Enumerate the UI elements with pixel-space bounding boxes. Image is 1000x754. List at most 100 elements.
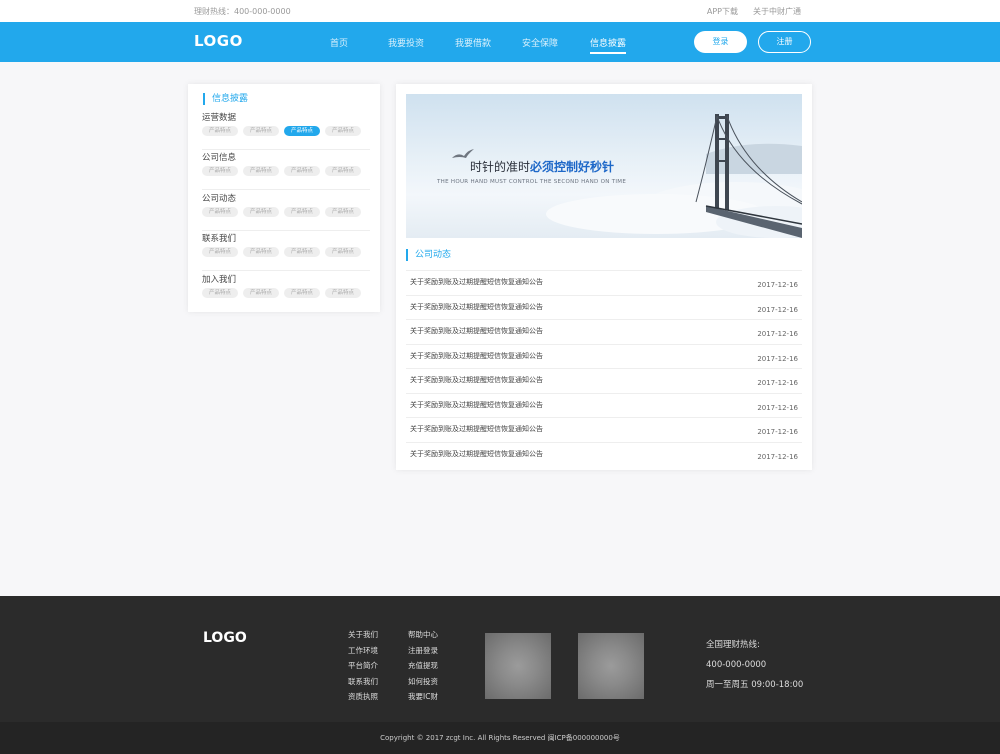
sidebar-tag[interactable]: 产品特点 bbox=[325, 247, 361, 257]
sidebar-group-title[interactable]: 加入我们 bbox=[202, 274, 370, 286]
list-item[interactable]: 关于奖励到账及过期提醒短信恢复通知公告 2017-12-16 bbox=[406, 417, 802, 442]
footer-link[interactable]: 联系我们 bbox=[348, 677, 378, 687]
footer-link[interactable]: 帮助中心 bbox=[408, 630, 438, 640]
sidebar-group-title[interactable]: 公司动态 bbox=[202, 193, 370, 205]
news-date: 2017-12-16 bbox=[757, 452, 798, 461]
hotline-number: 400-000-0000 bbox=[706, 660, 767, 670]
footer-contact: 全国理财热线: 400-000-0000 周一至周五 09:00-18:00 bbox=[706, 640, 803, 700]
top-links: APP下载 关于中财广通 bbox=[707, 6, 801, 17]
news-date: 2017-12-16 bbox=[757, 330, 798, 338]
news-list: 关于奖励到账及过期提醒短信恢复通知公告 2017-12-16 关于奖励到账及过期提… bbox=[406, 270, 802, 466]
news-title[interactable]: 关于奖励到账及过期提醒短信恢复通知公告 bbox=[410, 424, 543, 434]
sidebar-group-company-news: 公司动态 产品特点 产品特点 产品特点 产品特点 bbox=[202, 193, 370, 231]
footer-logo[interactable]: LOGO bbox=[203, 630, 247, 646]
news-section-title: 公司动态 bbox=[406, 249, 451, 261]
list-item[interactable]: 关于奖励到账及过期提醒短信恢复通知公告 2017-12-16 bbox=[406, 441, 802, 467]
nav-item-security[interactable]: 安全保障 bbox=[522, 36, 558, 49]
hero-banner[interactable]: 时针的准时必须控制好秒针 THE HOUR HAND MUST CONTROL … bbox=[406, 94, 802, 238]
sidebar-tag[interactable]: 产品特点 bbox=[284, 166, 320, 176]
nav-item-home[interactable]: 首页 bbox=[330, 36, 348, 49]
divider bbox=[202, 270, 370, 271]
news-title[interactable]: 关于奖励到账及过期提醒短信恢复通知公告 bbox=[410, 277, 543, 287]
banner-slogan: 时针的准时必须控制好秒针 bbox=[470, 158, 614, 175]
sidebar-tag[interactable]: 产品特点 bbox=[325, 126, 361, 136]
hotline-label: 全国理财热线: bbox=[706, 640, 760, 650]
news-date: 2017-12-16 bbox=[757, 403, 798, 412]
copyright-bar: Copyright © 2017 zcgt Inc. All Rights Re… bbox=[0, 722, 1000, 754]
sidebar-group-title[interactable]: 联系我们 bbox=[202, 233, 370, 245]
banner-subtitle: THE HOUR HAND MUST CONTROL THE SECOND HA… bbox=[437, 179, 627, 185]
list-item[interactable]: 关于奖励到账及过期提醒短信恢复通知公告 2017-12-16 bbox=[406, 270, 802, 295]
news-title[interactable]: 关于奖励到账及过期提醒短信恢复通知公告 bbox=[410, 375, 543, 385]
list-item[interactable]: 关于奖励到账及过期提醒短信恢复通知公告 2017-12-16 bbox=[406, 319, 802, 344]
sidebar-group-title[interactable]: 公司信息 bbox=[202, 152, 370, 164]
footer-link[interactable]: 我要IC财 bbox=[408, 692, 438, 702]
sidebar-tag[interactable]: 产品特点 bbox=[243, 126, 279, 136]
sidebar-tag-active[interactable]: 产品特点 bbox=[284, 126, 320, 136]
sidebar-group-operations: 运营数据 产品特点 产品特点 产品特点 产品特点 bbox=[202, 112, 370, 150]
footer-link[interactable]: 资质执照 bbox=[348, 692, 378, 702]
sidebar-tag[interactable]: 产品特点 bbox=[325, 207, 361, 217]
news-date: 2017-12-16 bbox=[757, 281, 798, 289]
footer-link[interactable]: 充值提现 bbox=[408, 661, 438, 671]
sidebar-tag[interactable]: 产品特点 bbox=[325, 166, 361, 176]
list-item[interactable]: 关于奖励到账及过期提醒短信恢复通知公告 2017-12-16 bbox=[406, 392, 802, 418]
sidebar-tag[interactable]: 产品特点 bbox=[202, 166, 238, 176]
footer-link[interactable]: 关于我们 bbox=[348, 630, 378, 640]
sidebar-tag[interactable]: 产品特点 bbox=[284, 247, 320, 257]
sidebar-tag[interactable]: 产品特点 bbox=[284, 288, 320, 298]
nav-item-borrow[interactable]: 我要借款 bbox=[455, 36, 491, 49]
sidebar-tag[interactable]: 产品特点 bbox=[202, 247, 238, 257]
list-item[interactable]: 关于奖励到账及过期提醒短信恢复通知公告 2017-12-16 bbox=[406, 294, 802, 320]
sidebar-tag[interactable]: 产品特点 bbox=[202, 126, 238, 136]
news-title[interactable]: 关于奖励到账及过期提醒短信恢复通知公告 bbox=[410, 326, 543, 336]
qr-code-image bbox=[578, 633, 644, 699]
sidebar-tag[interactable]: 产品特点 bbox=[243, 247, 279, 257]
footer-link[interactable]: 如何投资 bbox=[408, 677, 438, 687]
slogan-highlight: 必须控制好秒针 bbox=[530, 160, 615, 174]
main-content-panel: 时针的准时必须控制好秒针 THE HOUR HAND MUST CONTROL … bbox=[396, 84, 812, 470]
news-title[interactable]: 关于奖励到账及过期提醒短信恢复通知公告 bbox=[410, 400, 543, 410]
sidebar-group-contact: 联系我们 产品特点 产品特点 产品特点 产品特点 bbox=[202, 233, 370, 271]
divider bbox=[202, 149, 370, 150]
news-title[interactable]: 关于奖励到账及过期提醒短信恢复通知公告 bbox=[410, 449, 543, 459]
sidebar-tag[interactable]: 产品特点 bbox=[243, 288, 279, 298]
site-footer: LOGO 关于我们 工作环境 平台简介 联系我们 资质执照 帮助中心 注册登录 … bbox=[0, 596, 1000, 754]
list-item[interactable]: 关于奖励到账及过期提醒短信恢复通知公告 2017-12-16 bbox=[406, 343, 802, 369]
nav-item-invest[interactable]: 我要投资 bbox=[388, 36, 424, 49]
sidebar-tag[interactable]: 产品特点 bbox=[202, 288, 238, 298]
news-date: 2017-12-16 bbox=[757, 305, 798, 314]
app-download-link[interactable]: APP下载 bbox=[707, 6, 738, 17]
nav-item-disclosure[interactable]: 信息披露 bbox=[590, 36, 626, 49]
news-date: 2017-12-16 bbox=[757, 354, 798, 363]
sidebar-group-company-info: 公司信息 产品特点 产品特点 产品特点 产品特点 bbox=[202, 152, 370, 190]
disclosure-sidebar: 信息披露 运营数据 产品特点 产品特点 产品特点 产品特点 公司信息 产品特点 … bbox=[188, 84, 380, 312]
sidebar-tag[interactable]: 产品特点 bbox=[243, 166, 279, 176]
sidebar-tag[interactable]: 产品特点 bbox=[243, 207, 279, 217]
nav-menu: 首页 我要投资 我要借款 安全保障 信息披露 bbox=[0, 22, 1000, 62]
sidebar-tag[interactable]: 产品特点 bbox=[202, 207, 238, 217]
slogan-plain: 时针的准时 bbox=[470, 160, 531, 174]
footer-link[interactable]: 工作环境 bbox=[348, 646, 378, 656]
footer-link[interactable]: 平台简介 bbox=[348, 661, 378, 671]
main-navbar: LOGO 首页 我要投资 我要借款 安全保障 信息披露 登录 注册 bbox=[0, 22, 1000, 62]
news-title[interactable]: 关于奖励到账及过期提醒短信恢复通知公告 bbox=[410, 351, 543, 361]
nav-active-underline bbox=[590, 52, 626, 54]
news-title[interactable]: 关于奖励到账及过期提醒短信恢复通知公告 bbox=[410, 302, 543, 312]
sidebar-tag[interactable]: 产品特点 bbox=[325, 288, 361, 298]
footer-link[interactable]: 注册登录 bbox=[408, 646, 438, 656]
sidebar-group-title[interactable]: 运营数据 bbox=[202, 112, 370, 124]
sidebar-tag[interactable]: 产品特点 bbox=[284, 207, 320, 217]
sidebar-title: 信息披露 bbox=[203, 93, 248, 105]
service-hours: 周一至周五 09:00-18:00 bbox=[706, 680, 804, 690]
sidebar-group-join: 加入我们 产品特点 产品特点 产品特点 产品特点 bbox=[202, 274, 370, 298]
news-date: 2017-12-16 bbox=[757, 379, 798, 387]
about-link[interactable]: 关于中财广通 bbox=[753, 6, 801, 17]
news-date: 2017-12-16 bbox=[757, 428, 798, 436]
hotline-text: 理财热线：400-000-0000 bbox=[194, 7, 291, 16]
divider bbox=[202, 189, 370, 190]
qr-code-image bbox=[485, 633, 551, 699]
register-button[interactable]: 注册 bbox=[758, 31, 811, 53]
list-item[interactable]: 关于奖励到账及过期提醒短信恢复通知公告 2017-12-16 bbox=[406, 368, 802, 393]
login-button[interactable]: 登录 bbox=[694, 31, 747, 53]
